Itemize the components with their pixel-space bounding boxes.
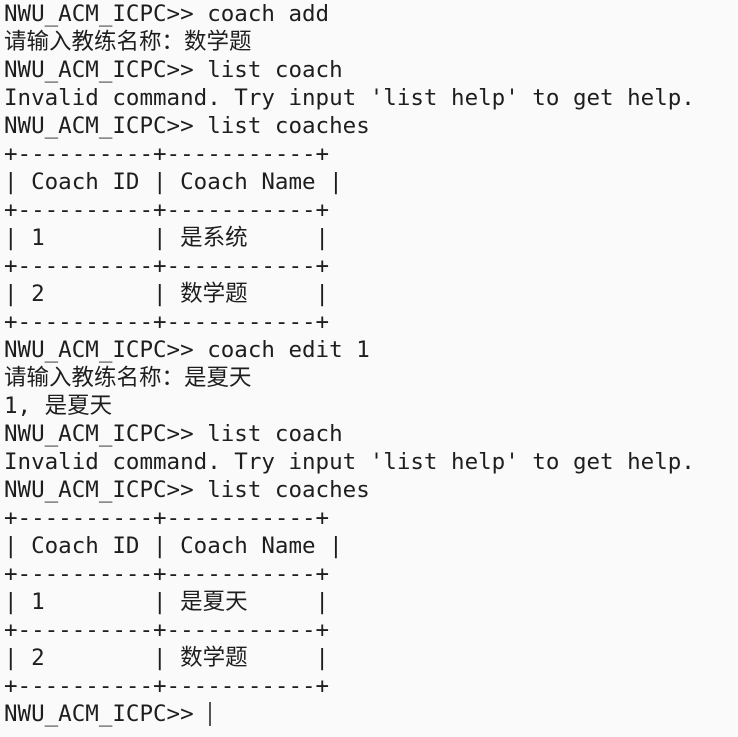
table-border: +----------+-----------+ <box>4 197 330 223</box>
table-border: +----------+-----------+ <box>4 253 330 279</box>
command-line-list-coach: NWU_ACM_ICPC>> list coach <box>4 57 343 83</box>
error-message: Invalid command. Try input 'list help' t… <box>4 85 695 111</box>
table-border: +----------+-----------+ <box>4 309 330 335</box>
terminal-window[interactable]: NWU_ACM_ICPC>> coach add 请输入教练名称：数学题 NWU… <box>0 0 738 737</box>
table-border: +----------+-----------+ <box>4 673 330 699</box>
table-border: +----------+-----------+ <box>4 505 330 531</box>
command-line-list-coach: NWU_ACM_ICPC>> list coach <box>4 421 343 447</box>
text-cursor <box>209 702 212 726</box>
table-row: | 1 | 是系统 | <box>4 225 329 251</box>
table-header: | Coach ID | Coach Name | <box>4 533 343 559</box>
input-prompt-coach-name: 请输入教练名称：数学题 <box>4 29 252 55</box>
table-border: +----------+-----------+ <box>4 561 330 587</box>
table-row: | 2 | 数学题 | <box>4 281 329 307</box>
command-line-coach-add: NWU_ACM_ICPC>> coach add <box>4 1 330 27</box>
error-message: Invalid command. Try input 'list help' t… <box>4 449 695 475</box>
table-border: +----------+-----------+ <box>4 141 330 167</box>
table-header: | Coach ID | Coach Name | <box>4 169 343 195</box>
active-prompt-line[interactable]: NWU_ACM_ICPC>> <box>4 700 734 728</box>
table-border: +----------+-----------+ <box>4 617 330 643</box>
command-line-list-coaches: NWU_ACM_ICPC>> list coaches <box>4 477 370 503</box>
command-line-coach-edit: NWU_ACM_ICPC>> coach edit 1 <box>4 337 370 363</box>
input-prompt-coach-name: 请输入教练名称：是夏天 <box>4 365 252 391</box>
table-row: | 1 | 是夏天 | <box>4 589 329 615</box>
table-row: | 2 | 数学题 | <box>4 645 329 671</box>
command-line-list-coaches: NWU_ACM_ICPC>> list coaches <box>4 113 370 139</box>
prompt-label: NWU_ACM_ICPC>> <box>4 701 208 727</box>
output-line: 1, 是夏天 <box>4 393 113 419</box>
